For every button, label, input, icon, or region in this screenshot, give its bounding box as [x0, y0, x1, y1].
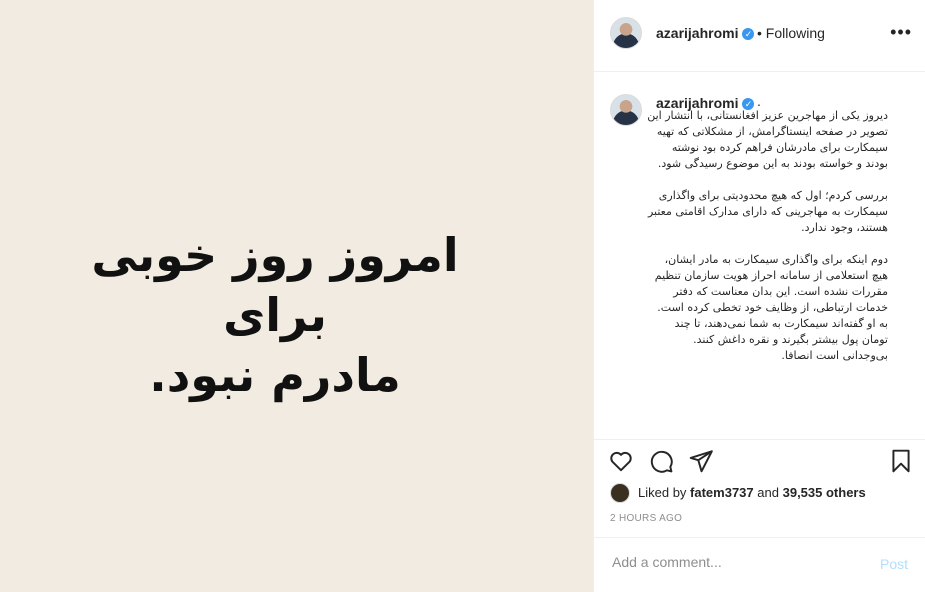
likes-and: and	[757, 485, 779, 500]
likes-count[interactable]: 39,535 others	[783, 485, 866, 500]
comment-bar: Post	[594, 537, 925, 592]
caption-paragraph: دیروز یکی از مهاجرین عزیز افغانستانی، با…	[647, 109, 888, 170]
comment-input[interactable]	[610, 553, 864, 571]
post-image-text: امروز روز خوبی برای مادرم نبود.	[40, 225, 510, 405]
caption-text: دیروز یکی از مهاجرین عزیز افغانستانی، با…	[646, 108, 888, 380]
image-text-line: امروز روز خوبی برای	[91, 228, 459, 342]
comment-icon[interactable]	[648, 448, 674, 474]
separator-dot: •	[757, 25, 762, 41]
caption-area: azarijahromi ✓ . دیروز یکی از مهاجرین عزی…	[594, 72, 925, 440]
heart-icon[interactable]	[608, 448, 634, 474]
image-text-line: مادرم نبود.	[149, 348, 401, 402]
action-bar	[594, 440, 925, 480]
verified-badge-icon: ✓	[742, 28, 755, 40]
post-image[interactable]: امروز روز خوبی برای مادرم نبود.	[0, 0, 593, 592]
instagram-post-view: امروز روز خوبی برای مادرم نبود. azarijah…	[0, 0, 925, 592]
author-username-text[interactable]: azarijahromi	[656, 25, 738, 41]
caption-paragraph: دوم اینکه برای واگذاری سیمکارت به مادر ا…	[654, 253, 888, 362]
bookmark-icon[interactable]	[888, 448, 914, 474]
likes-prefix: Liked by	[638, 485, 687, 500]
share-icon[interactable]	[688, 448, 714, 474]
caption-paragraph: بررسی کردم؛ اول که هیچ محدودیتی برای واگ…	[647, 189, 888, 234]
liker-avatar[interactable]	[610, 483, 630, 503]
follow-status[interactable]: • Following	[757, 25, 825, 41]
caption-dot: .	[757, 93, 761, 109]
liker-username[interactable]: fatem3737	[690, 485, 754, 500]
post-sidebar: azarijahromi ✓ • Following ••• azarijahro…	[593, 0, 925, 592]
caption-author-avatar[interactable]	[610, 94, 642, 126]
author-username[interactable]: azarijahromi ✓	[656, 25, 755, 41]
post-timestamp[interactable]: 2 HOURS AGO	[610, 513, 682, 524]
likes-text: Liked by fatem3737 and 39,535 others	[638, 485, 866, 500]
author-avatar[interactable]	[610, 17, 642, 49]
ellipsis-icon[interactable]: •••	[890, 22, 912, 43]
following-button[interactable]: Following	[766, 25, 825, 41]
post-comment-button[interactable]: Post	[874, 555, 914, 573]
post-header: azarijahromi ✓ • Following •••	[594, 0, 925, 72]
